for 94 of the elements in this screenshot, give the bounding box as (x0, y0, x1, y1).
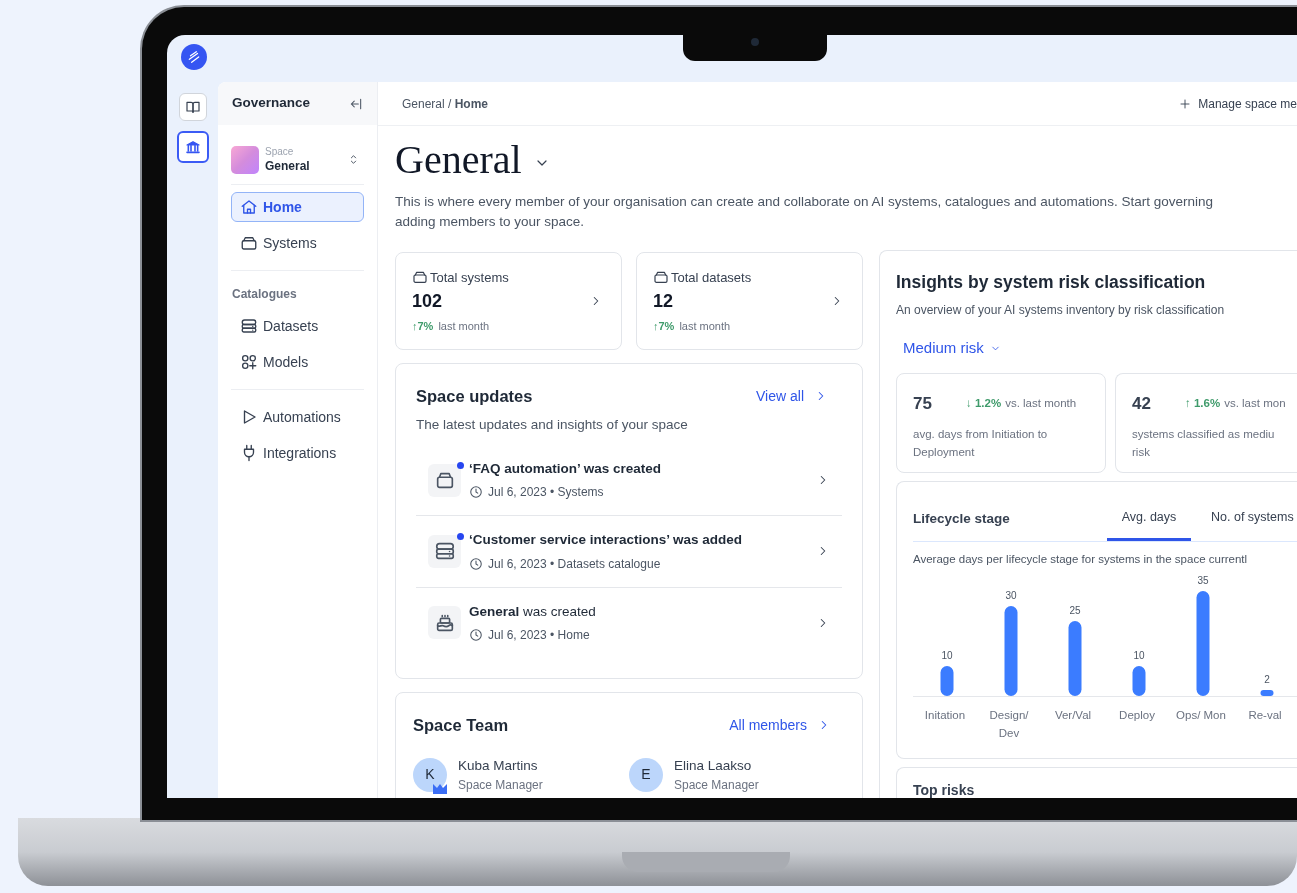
stat-card[interactable]: Total systems 102 ↑7% last month (395, 252, 622, 350)
metric-change: ↑ 1.6% (1185, 395, 1221, 411)
axis-label: Deploy (1118, 708, 1156, 723)
axis-label: Re-val (1247, 708, 1283, 723)
member-name: Kuba Martins (458, 756, 539, 775)
chart-tab[interactable]: Avg. days (1107, 506, 1191, 541)
stat-change: ↑7% (653, 319, 675, 334)
stat-label: Total systems (430, 268, 509, 287)
data-label: 30 (1005, 590, 1017, 601)
bar (940, 666, 954, 696)
collapse-sidebar-button[interactable] (349, 96, 363, 111)
nav-item[interactable]: Models (231, 347, 364, 377)
box-icon (412, 269, 428, 286)
update-item[interactable]: ‘FAQ automation’ was created Jul 6, 2023 • Systems (416, 445, 842, 517)
update-meta: Jul 6, 2023 • Datasets catalogue (488, 555, 661, 573)
plus-icon (1179, 97, 1192, 110)
update-meta: Jul 6, 2023 • Systems (488, 484, 604, 502)
axis-label: Design/ Dev (988, 708, 1030, 741)
space-avatar (231, 145, 259, 174)
member-role: Space Manager (458, 776, 543, 794)
nav-item[interactable]: Systems (231, 228, 364, 258)
card-title: Space updates (416, 386, 533, 407)
sidebar-title: Governance (232, 94, 311, 113)
stat-value: 12 (653, 290, 675, 313)
book-icon (184, 99, 201, 115)
member-avatar: E (629, 757, 663, 792)
stat-change: ↑7% (412, 319, 434, 334)
axis-label: Initation (923, 708, 967, 723)
bank-rail-button[interactable] (176, 131, 209, 163)
nav-item[interactable]: Automations (231, 402, 364, 432)
app-logo[interactable] (181, 44, 207, 70)
page-description: This is where every member of your organisation can create and collaborate on AI systems, catalogues and automations. Start governing adding members to your space. (395, 193, 1214, 231)
metric-value: 75 (913, 392, 933, 415)
member-name: Elina Laakso (674, 756, 753, 775)
box-icon (240, 234, 258, 252)
bar (1260, 690, 1274, 696)
card-title: Space Team (413, 714, 509, 736)
view-all-link[interactable]: View all (756, 385, 828, 407)
data-label: 35 (1197, 575, 1209, 586)
space-label: Space (265, 145, 294, 158)
chart-tab[interactable]: No. of systems (1191, 506, 1294, 541)
models-icon (240, 353, 258, 371)
bank-icon (184, 139, 201, 155)
stat-card[interactable]: Total datasets 12 ↑7% last month (636, 252, 863, 350)
card-subtitle: An overview of your AI systems inventory by risk classification (896, 302, 1226, 320)
nav-item[interactable]: Home (231, 192, 364, 222)
stat-period: last month (679, 319, 731, 334)
data-label: 10 (941, 650, 953, 661)
all-members-link[interactable]: All members (729, 714, 831, 736)
section-label: Catalogues (231, 286, 298, 303)
metric-change: ↓ 1.2% (966, 395, 1002, 411)
axis-label: Ver/Val (1053, 708, 1093, 723)
clock-icon (469, 485, 483, 500)
clock-icon (469, 556, 483, 571)
database-icon (240, 317, 258, 335)
data-label: 25 (1069, 605, 1081, 616)
nav-item[interactable]: Integrations (231, 438, 364, 468)
chart-subtitle: Average days per lifecycle stage for systems in the space currentl (913, 551, 1249, 567)
risk-filter-dropdown[interactable]: Medium risk (903, 337, 1001, 360)
lifecycle-title: Lifecycle stage (913, 509, 1011, 528)
metric-comparison: vs. last month (1005, 395, 1077, 411)
data-label: 10 (1133, 650, 1145, 661)
update-title: ‘FAQ automation’ was created (469, 460, 663, 478)
metric-comparison: vs. last mon (1224, 395, 1286, 411)
manage-members-button[interactable]: Manage space me (1179, 94, 1297, 113)
space-name: General (265, 158, 310, 174)
breadcrumb: General / Home (402, 95, 489, 113)
clock-icon (469, 627, 483, 642)
box-icon (653, 269, 669, 286)
book-rail-button[interactable] (178, 93, 207, 121)
update-item[interactable]: General was created Jul 6, 2023 • Home (416, 587, 842, 658)
member-avatar: K (413, 757, 447, 792)
member-role: Space Manager (674, 776, 759, 794)
home-icon (240, 198, 258, 216)
axis-label: Ops/ Mon (1176, 708, 1226, 723)
metric-description: systems classified as mediu risk (1132, 427, 1276, 461)
update-meta: Jul 6, 2023 • Home (488, 626, 590, 644)
card-subtitle: The latest updates and insights of your space (416, 415, 689, 434)
card-title: Insights by system risk classification (896, 271, 1207, 294)
metric-description: avg. days from Initiation to Deployment (913, 427, 1049, 461)
stat-value: 102 (412, 290, 444, 313)
card-title: Top risks (913, 780, 976, 798)
stat-label: Total datasets (671, 268, 752, 287)
bar (1132, 666, 1146, 696)
update-title: General was created (469, 602, 597, 621)
collapse-icon (349, 96, 363, 111)
space-switcher[interactable]: Space General (231, 145, 364, 185)
metric-value: 42 (1132, 392, 1152, 415)
nav-item[interactable]: Datasets (231, 311, 364, 341)
page-title: General (395, 136, 522, 184)
update-title: ‘Customer service interactions’ was added (469, 531, 744, 550)
update-item[interactable]: ‘Customer service interactions’ was added Jul 6, 2023 • Datasets catalogue (416, 516, 842, 588)
data-label: 2 (1264, 674, 1270, 685)
stat-period: last month (438, 319, 490, 334)
